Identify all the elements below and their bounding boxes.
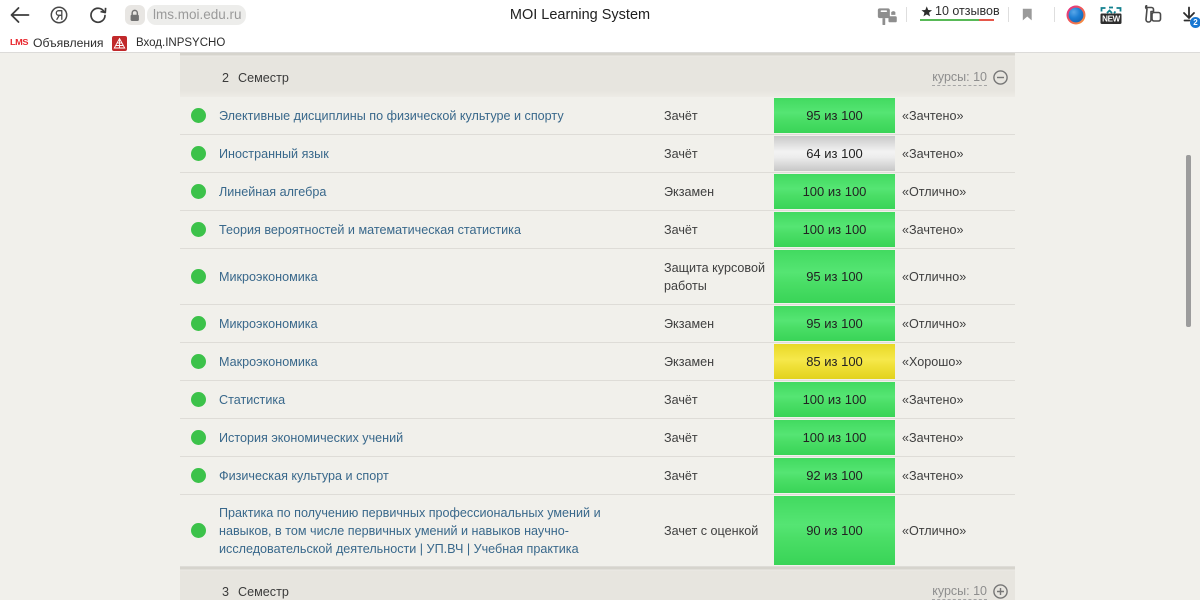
svg-text:NEW: NEW: [1102, 15, 1121, 24]
